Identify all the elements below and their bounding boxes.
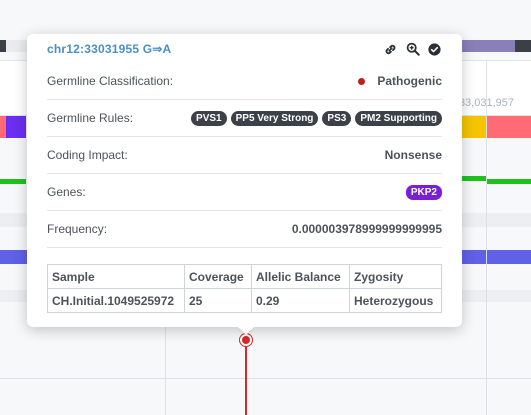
- grid-line: [486, 60, 487, 415]
- frequency-label: Frequency:: [47, 222, 108, 236]
- genes-value: PKP2: [405, 184, 442, 200]
- coverage-line-right: [462, 176, 486, 181]
- ideogram-highlight: [462, 40, 515, 52]
- table-header: Coverage: [184, 264, 252, 289]
- table-cell: Heterozygous: [349, 288, 442, 313]
- rule-pill: PS3: [322, 110, 352, 126]
- table-header: Sample: [47, 264, 185, 289]
- samples-table: Sample Coverage Allelic Balance Zygosity…: [47, 264, 442, 313]
- table-cell: CH.Initial.1049525972: [47, 288, 185, 313]
- genes-label: Genes:: [47, 185, 86, 199]
- table-header: Allelic Balance: [251, 264, 350, 289]
- track-segment-purple: [6, 116, 26, 138]
- classification-label: Germline Classification:: [47, 74, 174, 88]
- table-cell: 0.29: [251, 288, 350, 313]
- frequency-row: Frequency: 0.000003978999999999995: [47, 211, 442, 248]
- rule-pill: PP5 Very Strong: [230, 110, 319, 126]
- variant-popover: chr12:33031955 G⇒A Germline Classificati…: [27, 34, 462, 327]
- ideogram-segment: [0, 40, 6, 52]
- track-segment-red-right: [487, 116, 531, 138]
- variant-marker-stem: [245, 340, 247, 415]
- rules-pills: PVS1 PP5 Very Strong PS3 PM2 Supporting: [191, 110, 442, 126]
- rules-label: Germline Rules:: [47, 111, 134, 125]
- popover-header: chr12:33031955 G⇒A: [47, 35, 442, 63]
- track-separator: [0, 378, 531, 379]
- gene-pill[interactable]: PKP2: [405, 184, 442, 200]
- table-row: CH.Initial.1049525972 25 0.29 Heterozygo…: [47, 288, 442, 313]
- coding-impact-value: Nonsense: [384, 148, 442, 162]
- coding-impact-label: Coding Impact:: [47, 148, 128, 162]
- rule-pill: PM2 Supporting: [355, 110, 442, 126]
- coverage-line-left: [0, 179, 26, 184]
- header-actions: [383, 42, 442, 57]
- pathogenic-status-dot: [358, 77, 366, 85]
- table-cell: 25: [184, 288, 252, 313]
- link-icon[interactable]: [383, 42, 398, 57]
- variant-marker[interactable]: [240, 334, 252, 346]
- zoom-in-icon[interactable]: [405, 42, 420, 57]
- genes-row: Genes: PKP2: [47, 174, 442, 211]
- table-header: Zygosity: [349, 264, 442, 289]
- rules-row: Germline Rules: PVS1 PP5 Very Strong PS3…: [47, 100, 442, 137]
- track-segment-yellow: [462, 116, 487, 138]
- table-header-row: Sample Coverage Allelic Balance Zygosity: [47, 264, 442, 289]
- coverage-line-right2: [486, 179, 531, 184]
- classification-row: Germline Classification: Pathogenic: [47, 63, 442, 100]
- variant-title: chr12:33031955 G⇒A: [47, 42, 172, 56]
- coding-impact-row: Coding Impact: Nonsense: [47, 137, 442, 174]
- classification-text: Pathogenic: [377, 74, 442, 88]
- classification-value: Pathogenic: [358, 74, 442, 88]
- check-circle-icon[interactable]: [427, 42, 442, 57]
- rule-pill: PVS1: [191, 110, 227, 126]
- ideogram-segment-right: [515, 40, 531, 52]
- frequency-value: 0.000003978999999999995: [291, 222, 442, 236]
